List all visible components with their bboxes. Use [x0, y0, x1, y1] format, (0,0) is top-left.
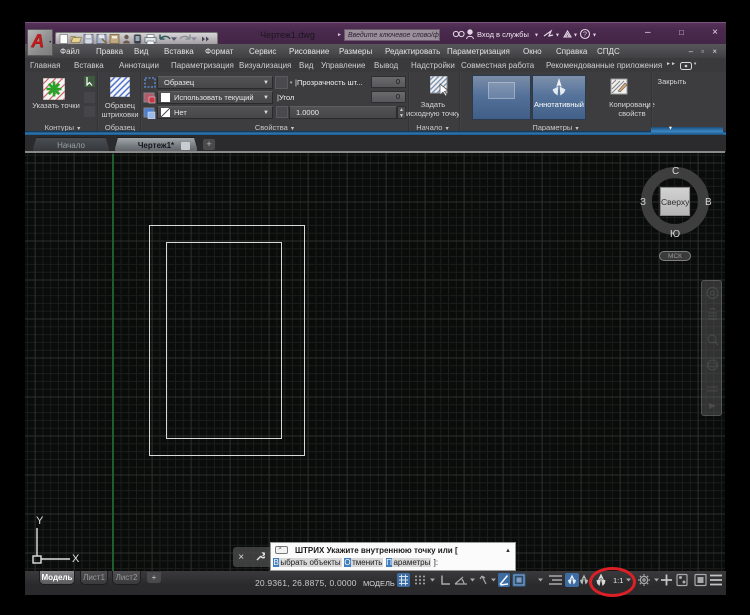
svg-text:?: ? — [583, 32, 587, 39]
svg-text:▼: ▼ — [573, 33, 578, 39]
svg-text:X: X — [72, 553, 80, 565]
svg-text:▼: ▼ — [555, 33, 560, 39]
svg-text:▼: ▼ — [534, 33, 539, 39]
svg-text:Вход в службы: Вход в службы — [477, 30, 529, 39]
svg-text:Y: Y — [36, 515, 44, 527]
svg-text:▼: ▼ — [592, 33, 597, 39]
